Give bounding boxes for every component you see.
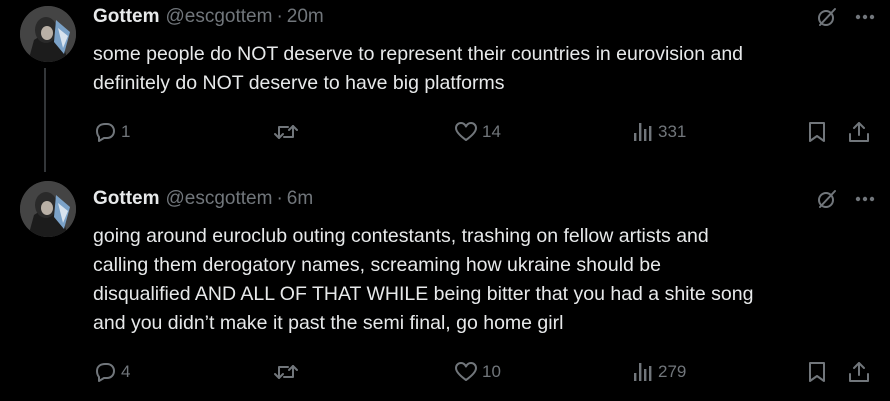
tweet-header: Gottem @escgottem · 6m	[93, 186, 313, 212]
views-button[interactable]: 279	[632, 360, 686, 384]
reply-count: 1	[121, 122, 131, 141]
tweet[interactable]: Gottem @escgottem · 6m going around euroclu…	[0, 170, 890, 401]
view-count: 331	[658, 122, 687, 141]
like-count: 14	[482, 122, 501, 141]
tweet-text-line: going around euroclub outing contestants…	[93, 225, 709, 247]
reply-icon	[96, 363, 115, 382]
timestamp[interactable]: 20m	[287, 6, 324, 27]
avatar[interactable]	[20, 181, 76, 237]
views-icon	[634, 363, 652, 381]
view-count: 279	[658, 362, 687, 381]
like-button[interactable]: 10	[454, 360, 501, 384]
timestamp[interactable]: 6m	[287, 188, 313, 209]
avatar[interactable]	[20, 6, 76, 62]
views-button[interactable]: 331	[632, 120, 686, 144]
bookmark-icon	[809, 122, 825, 142]
separator: ·	[276, 188, 283, 209]
tweet-header: Gottem @escgottem · 20m	[93, 4, 324, 30]
share-icon	[849, 122, 869, 142]
tweet-text: going around euroclub outing contestants…	[93, 222, 883, 338]
separator: ·	[276, 6, 283, 27]
like-button[interactable]: 14	[454, 120, 501, 144]
thread-connector	[44, 68, 46, 172]
author-handle[interactable]: @escgottem	[166, 6, 273, 27]
grok-icon[interactable]	[816, 188, 838, 210]
share-button[interactable]	[847, 120, 871, 144]
tweet-text-line: disqualified AND ALL OF THAT WHILE being…	[93, 283, 754, 305]
share-button[interactable]	[847, 360, 871, 384]
more-icon[interactable]	[852, 188, 878, 210]
bookmark-icon	[809, 362, 825, 382]
heart-icon	[455, 122, 477, 141]
tweet-text-line: and you didn’t make it past the semi fin…	[93, 312, 564, 334]
timeline: Gottem @escgottem · 20m some people do NOT …	[0, 0, 890, 401]
repost-button[interactable]	[273, 360, 303, 384]
more-icon[interactable]	[852, 6, 878, 28]
author-name[interactable]: Gottem	[93, 6, 160, 27]
reply-count: 4	[121, 362, 131, 381]
heart-icon	[455, 362, 477, 381]
repost-icon	[274, 365, 298, 379]
tweet-text-line: definitely do NOT deserve to have big pl…	[93, 72, 505, 94]
author-handle[interactable]: @escgottem	[166, 188, 273, 209]
tweet[interactable]: Gottem @escgottem · 20m some people do NOT …	[0, 0, 890, 172]
views-icon	[634, 123, 652, 141]
grok-icon[interactable]	[816, 6, 838, 28]
reply-icon	[96, 123, 115, 142]
share-icon	[849, 362, 869, 382]
repost-icon	[274, 125, 298, 139]
bookmark-button[interactable]	[806, 360, 828, 384]
reply-button[interactable]: 1	[93, 120, 130, 144]
bookmark-button[interactable]	[806, 120, 828, 144]
tweet-text: some people do NOT deserve to represent …	[93, 40, 883, 98]
tweet-text-line: calling them derogatory names, screaming…	[93, 254, 661, 276]
tweet-text-line: some people do NOT deserve to represent …	[93, 43, 744, 65]
repost-button[interactable]	[273, 120, 303, 144]
author-name[interactable]: Gottem	[93, 188, 160, 209]
reply-button[interactable]: 4	[93, 360, 130, 384]
like-count: 10	[482, 362, 501, 381]
